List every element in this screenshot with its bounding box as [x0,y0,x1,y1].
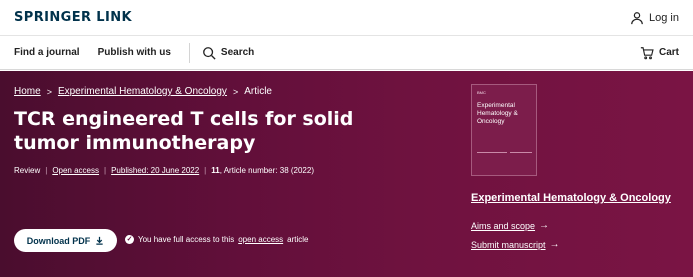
published-date[interactable]: Published: 20 June 2022 [111,166,199,175]
search-icon [203,46,216,60]
meta-divider: | [45,166,48,175]
submit-manuscript-label: Submit manuscript [471,239,546,250]
cover-title: Experimental Hematology & Oncology [477,102,518,125]
arrow-right-icon: → [549,239,560,250]
access-prefix: You have full access to this [138,235,235,244]
journal-title-link[interactable]: Experimental Hematology & Oncology [471,192,671,204]
breadcrumb-current: Article [244,86,272,97]
article-hero: Home > Experimental Hematology & Oncolog… [0,71,693,277]
article-type: Review [14,166,41,175]
submit-manuscript-link[interactable]: Submit manuscript → [471,239,560,250]
check-circle-icon: ✓ [125,235,134,244]
publish-link[interactable]: Publish with us [98,47,171,58]
nav-divider [188,42,190,63]
journal-cover-image[interactable]: BMC Experimental Hematology & Oncology [471,84,537,176]
download-pdf-button[interactable]: Download PDF [14,229,117,252]
search-label: Search [220,47,255,58]
cart-icon [640,46,654,59]
cover-divider [510,152,532,153]
breadcrumb: Home > Experimental Hematology & Oncolog… [14,86,272,97]
article-title: TCR engineered T cells for solid tumor i… [14,108,354,154]
top-bar: SPRINGER LINK Log in [0,0,693,36]
access-suffix: article [287,235,309,244]
login-button[interactable]: Log in [630,11,679,25]
meta-divider: | [204,166,207,175]
chevron-right-icon: > [46,86,52,97]
user-icon [631,11,643,24]
login-label: Log in [649,11,679,24]
access-note: ✓ You have full access to this open acce… [125,235,308,244]
meta-divider: | [104,166,107,175]
springer-link-logo[interactable]: SPRINGER LINK [14,10,132,25]
aims-scope-label: Aims and scope [471,220,536,231]
chevron-right-icon: > [232,86,239,97]
article-number: , Article number: 38 (2022) [219,166,314,175]
breadcrumb-journal[interactable]: Experimental Hematology & Oncology [58,86,227,97]
find-journal-link[interactable]: Find a journal [14,47,80,58]
download-icon [96,236,103,245]
volume-info: 11, Article number: 38 (2022) [211,166,314,175]
download-label: Download PDF [26,235,91,246]
cart-label: Cart [658,47,679,58]
cover-publisher: BMC [477,90,486,95]
arrow-right-icon: → [539,220,550,231]
article-meta: Review | Open access | Published: 20 Jun… [14,166,314,175]
breadcrumb-home[interactable]: Home [14,86,41,97]
access-open-access-link[interactable]: open access [238,235,283,244]
volume-number: 11 [211,166,220,175]
nav-bar: Find a journal Publish with us Search Ca… [0,36,693,70]
cart-button[interactable]: Cart [640,46,679,60]
aims-scope-link[interactable]: Aims and scope → [471,220,549,231]
nav-left: Find a journal Publish with us Search [14,42,254,63]
search-button[interactable]: Search [202,46,254,60]
cover-divider [477,152,507,153]
open-access-link[interactable]: Open access [52,166,99,175]
